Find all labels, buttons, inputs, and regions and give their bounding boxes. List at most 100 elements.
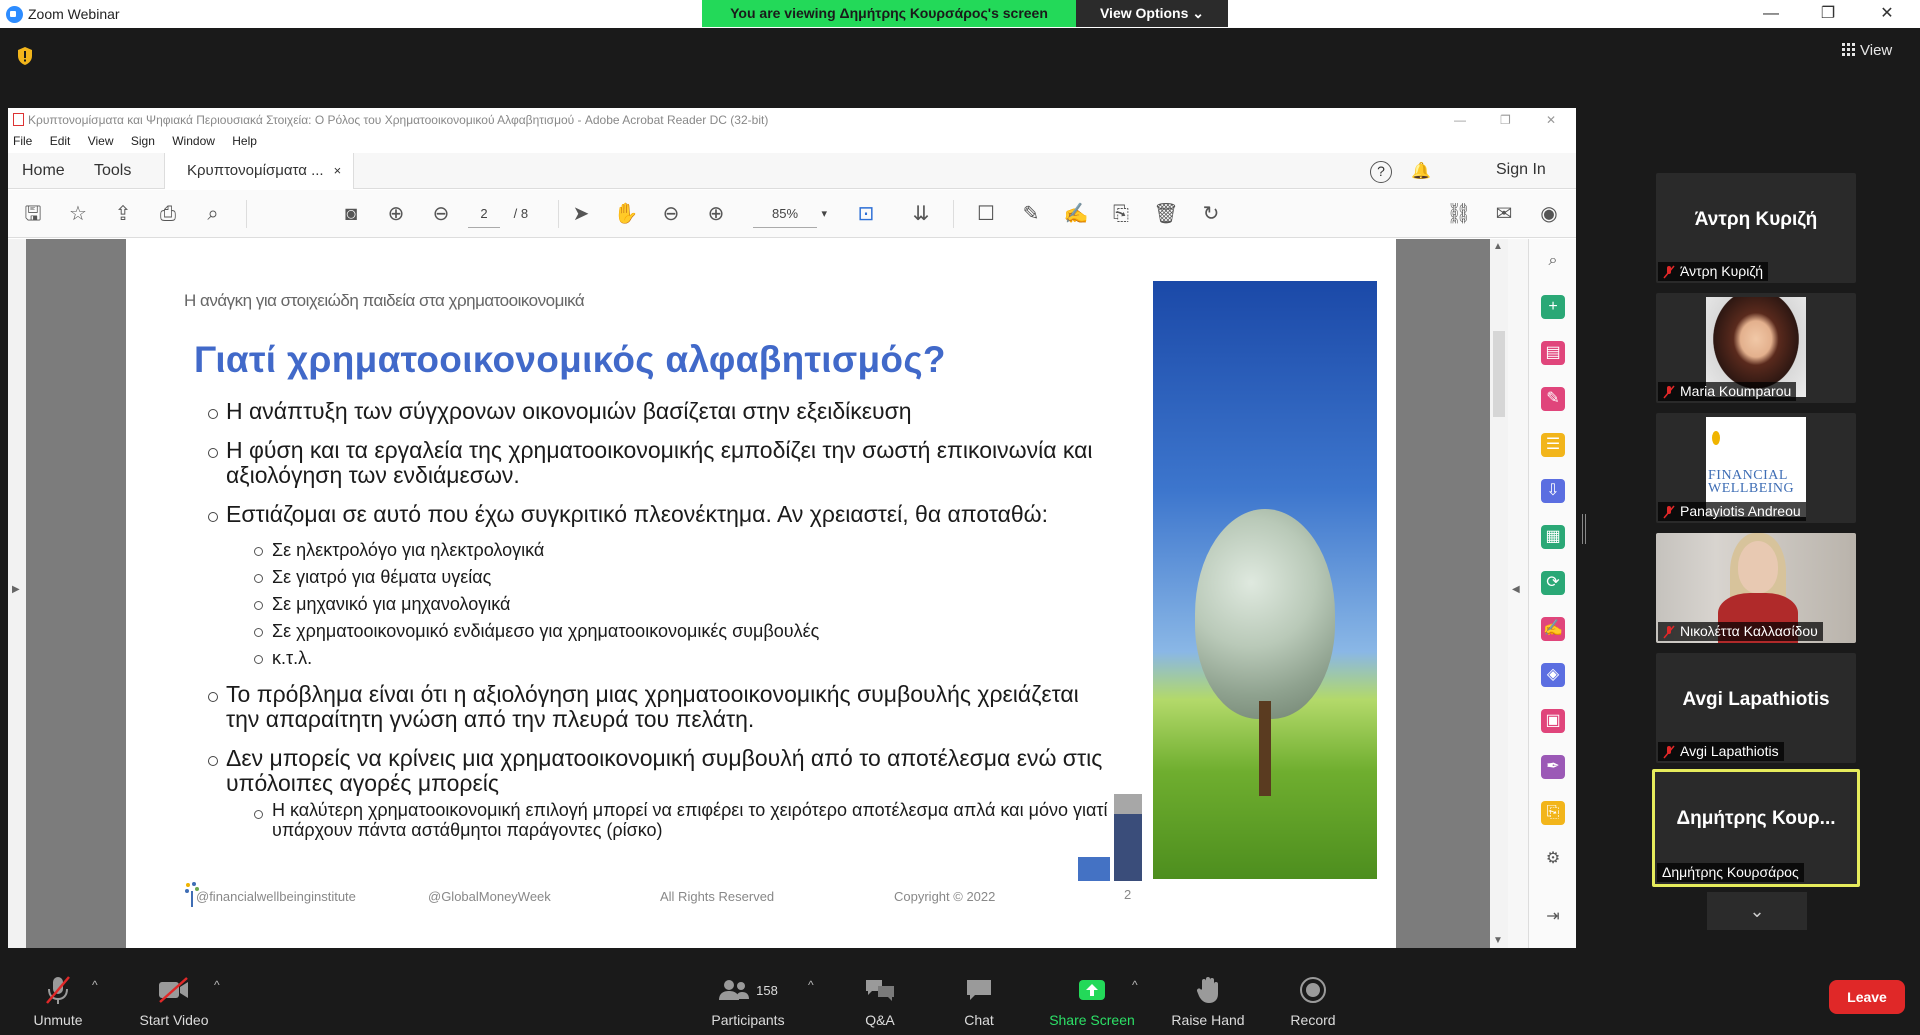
- find-magnifier-icon[interactable]: ⌕: [200, 201, 226, 227]
- video-options-caret[interactable]: ^: [214, 978, 220, 992]
- participant-name: Maria Koumparou: [1680, 383, 1792, 399]
- start-video-button[interactable]: Start Video: [134, 960, 214, 1035]
- send-review-icon[interactable]: ⎘: [1541, 801, 1565, 825]
- fill-sign-icon[interactable]: ✍: [1541, 617, 1565, 641]
- hand-tool-icon[interactable]: ✋: [613, 201, 639, 227]
- menu-file[interactable]: File: [13, 134, 32, 148]
- audio-options-caret[interactable]: ^: [92, 978, 98, 992]
- scroll-mode-icon[interactable]: ⇊: [908, 201, 934, 227]
- leave-button[interactable]: Leave: [1829, 980, 1905, 1014]
- help-icon[interactable]: ?: [1370, 161, 1392, 183]
- footer-rights: All Rights Reserved: [660, 889, 775, 904]
- acrobat-restore-button[interactable]: ❐: [1500, 108, 1511, 132]
- share-screen-button[interactable]: Share Screen: [1042, 960, 1142, 1035]
- save-icon[interactable]: 🖫: [20, 201, 46, 227]
- rotate-icon[interactable]: ↻: [1198, 201, 1224, 227]
- close-button[interactable]: ✕: [1864, 2, 1910, 26]
- comment-icon[interactable]: ☐: [973, 201, 999, 227]
- restore-button[interactable]: ❐: [1805, 2, 1851, 26]
- raise-hand-button[interactable]: Raise Hand: [1166, 960, 1250, 1035]
- participant-tile[interactable]: FINANCIAL WELLBEING Panayiotis Andreou: [1656, 413, 1856, 523]
- current-page-input[interactable]: 2: [468, 201, 500, 228]
- select-cursor-icon[interactable]: ➤: [568, 201, 594, 227]
- participants-options-caret[interactable]: ^: [808, 978, 814, 992]
- security-shield-icon[interactable]: [16, 46, 34, 66]
- left-pane-toggle[interactable]: ▶: [8, 239, 26, 948]
- participant-tile[interactable]: Avgi Lapathiotis Avgi Lapathiotis: [1656, 653, 1856, 763]
- participant-name: Δημήτρης Κουρσάρος: [1662, 864, 1799, 880]
- muted-mic-icon: [1663, 505, 1675, 519]
- vertical-scrollbar[interactable]: ▲ ▼: [1490, 239, 1508, 948]
- previous-page-icon[interactable]: ⊕: [383, 201, 409, 227]
- highlight-pen-icon[interactable]: ✎: [1018, 201, 1044, 227]
- show-more-participants-button[interactable]: ⌄: [1707, 892, 1807, 930]
- search-icon[interactable]: ⌕: [1541, 249, 1565, 273]
- request-signature-icon[interactable]: ✒: [1541, 755, 1565, 779]
- minimize-button[interactable]: —: [1748, 2, 1794, 26]
- sign-pen-icon[interactable]: ✍: [1063, 201, 1089, 227]
- snapshot-camera-icon[interactable]: ◙: [338, 201, 364, 227]
- chat-button[interactable]: Chat: [954, 960, 1004, 1035]
- panel-splitter[interactable]: [1582, 514, 1586, 544]
- participant-name-tag: Avgi Lapathiotis: [1658, 742, 1784, 761]
- zoom-in-icon[interactable]: ⊕: [703, 201, 729, 227]
- scroll-thumb[interactable]: [1493, 331, 1505, 417]
- sign-in-link[interactable]: Sign In: [1496, 161, 1546, 179]
- zoom-out-icon[interactable]: ⊖: [658, 201, 684, 227]
- right-pane-toggle[interactable]: ◀: [1508, 239, 1528, 948]
- create-pdf-icon[interactable]: +: [1541, 295, 1565, 319]
- acrobat-close-button[interactable]: ✕: [1546, 108, 1556, 132]
- view-layout-button[interactable]: View: [1842, 42, 1892, 59]
- scroll-up-icon[interactable]: ▲: [1493, 241, 1503, 252]
- close-tab-icon[interactable]: ×: [334, 163, 342, 178]
- sub-bullet-item: Η καλύτερη χρηματοοικονομική επιλογή μπο…: [254, 800, 1108, 840]
- page-fit-icon[interactable]: ⊡: [853, 201, 879, 227]
- delete-trash-icon[interactable]: 🗑: [1153, 201, 1179, 227]
- zoom-level-select[interactable]: 85%: [753, 201, 827, 228]
- edit-pdf-icon[interactable]: ✎: [1541, 387, 1565, 411]
- participants-icon: [719, 980, 750, 1000]
- more-tools-icon[interactable]: ⚙: [1541, 847, 1565, 871]
- document-viewport[interactable]: ▶ Η ανάγκη για στοιχειώδη παιδεία στα χρ…: [8, 239, 1528, 948]
- stamp-icon[interactable]: ⎘: [1108, 201, 1134, 227]
- share-options-caret[interactable]: ^: [1132, 978, 1138, 992]
- print-icon[interactable]: ⎙: [155, 201, 181, 227]
- scroll-down-icon[interactable]: ▼: [1493, 935, 1503, 946]
- view-options-button[interactable]: View Options ⌄: [1076, 0, 1228, 27]
- menu-view[interactable]: View: [88, 134, 114, 148]
- bookmark-star-icon[interactable]: ☆: [65, 201, 91, 227]
- comment-tool-icon[interactable]: ☰: [1541, 433, 1565, 457]
- unmute-button[interactable]: Unmute: [22, 960, 94, 1035]
- upload-cloud-icon[interactable]: ⇪: [110, 201, 136, 227]
- tab-tools[interactable]: Tools: [94, 153, 131, 189]
- menu-sign[interactable]: Sign: [131, 134, 155, 148]
- menu-edit[interactable]: Edit: [50, 134, 71, 148]
- tab-home[interactable]: Home: [22, 153, 65, 189]
- export-pdf-icon[interactable]: ⇩: [1541, 479, 1565, 503]
- menu-help[interactable]: Help: [232, 134, 257, 148]
- participant-tile[interactable]: Άντρη Κυριζή Άντρη Κυριζή: [1656, 173, 1856, 283]
- organize-pages-icon[interactable]: ▤: [1541, 341, 1565, 365]
- compress-icon[interactable]: ▦: [1541, 525, 1565, 549]
- account-icon[interactable]: ◉: [1536, 201, 1562, 227]
- participant-tile[interactable]: Maria Koumparou: [1656, 293, 1856, 403]
- participants-button[interactable]: 158 Participants: [706, 960, 790, 1035]
- share-link-icon[interactable]: ⛓: [1446, 201, 1472, 227]
- qa-button[interactable]: Q&A: [852, 960, 908, 1035]
- email-icon[interactable]: ✉: [1491, 201, 1517, 227]
- acrobat-minimize-button[interactable]: —: [1454, 108, 1466, 132]
- protect-icon[interactable]: ◈: [1541, 663, 1565, 687]
- notification-bell-icon[interactable]: 🔔: [1411, 161, 1431, 181]
- next-page-icon[interactable]: ⊖: [428, 201, 454, 227]
- collapse-pane-icon[interactable]: ⇥: [1541, 905, 1565, 929]
- redact-icon[interactable]: ▣: [1541, 709, 1565, 733]
- scan-icon[interactable]: ⟳: [1541, 571, 1565, 595]
- record-icon: [1300, 977, 1326, 1003]
- participant-tile[interactable]: Νικολέττα Καλλασίδου: [1656, 533, 1856, 643]
- menu-window[interactable]: Window: [172, 134, 215, 148]
- shared-screen[interactable]: Κρυπτονομίσματα και Ψηφιακά Περιουσιακά …: [8, 108, 1576, 948]
- active-speaker-tile[interactable]: Δημήτρης Κουρ... Δημήτρης Κουρσάρος: [1652, 769, 1860, 887]
- raise-hand-label: Raise Hand: [1171, 1012, 1245, 1028]
- record-button[interactable]: Record: [1284, 960, 1342, 1035]
- tab-document[interactable]: Κρυπτονομίσματα ... ×: [164, 153, 355, 189]
